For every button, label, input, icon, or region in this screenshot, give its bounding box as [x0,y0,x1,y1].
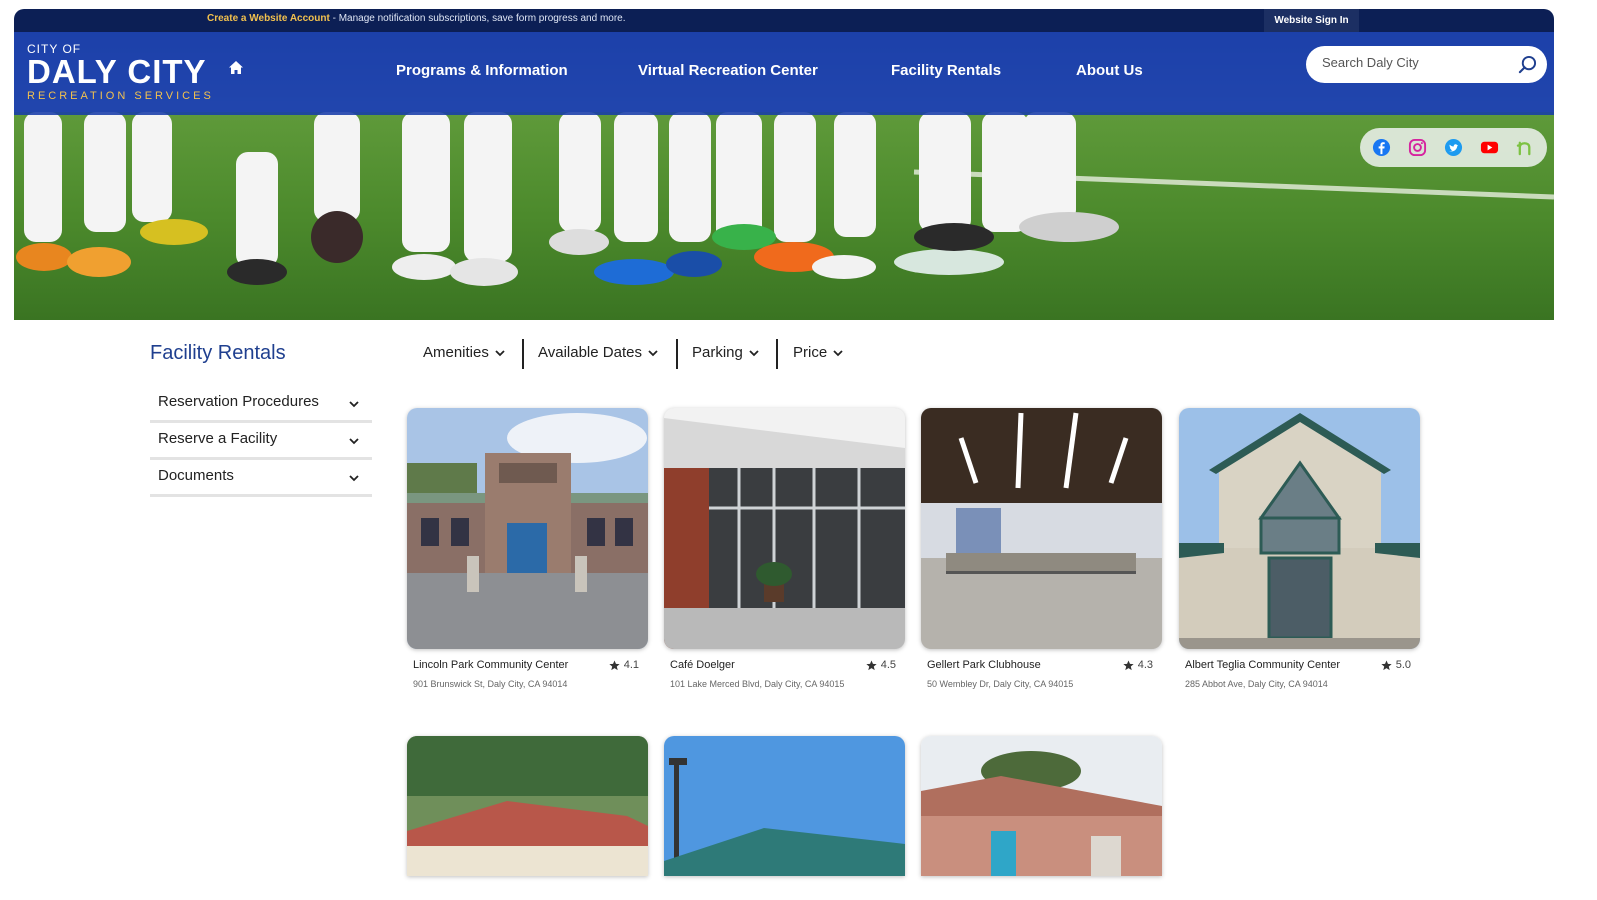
rating-value: 4.3 [1137,659,1153,671]
filter-divider [522,339,524,369]
facility-card[interactable] [664,736,905,876]
facility-photo[interactable] [1179,408,1420,649]
logo-city-name: DALY CITY [27,53,207,90]
sidebar-item-reservation-procedures[interactable]: Reservation Procedures [150,386,372,423]
filter-divider [676,339,678,369]
logo-department: RECREATION SERVICES [27,90,214,102]
star-icon [609,659,620,670]
facility-photo[interactable] [664,408,905,649]
filter-price[interactable]: Price [793,344,844,361]
sidebar-item-label: Documents [158,467,234,484]
facility-card-cafe-doelger[interactable]: Café Doelger 4.5 101 Lake Merced Blvd, D… [664,408,905,689]
facility-name[interactable]: Lincoln Park Community Center [413,659,568,671]
filter-divider [776,339,778,369]
facility-address: 285 Abbot Ave, Daly City, CA 94014 [1185,679,1328,689]
nav-virtual-recreation-center[interactable]: Virtual Recreation Center [638,62,818,79]
facility-address: 901 Brunswick St, Daly City, CA 94014 [413,679,568,689]
star-icon [1123,659,1134,670]
facility-card-gellert-park[interactable]: Gellert Park Clubhouse 4.3 50 Wembley Dr… [921,408,1162,689]
nav-programs-information[interactable]: Programs & Information [396,62,568,79]
chevron-down-icon [495,349,505,356]
sidebar-title: Facility Rentals [150,342,286,364]
filter-label: Amenities [423,344,489,361]
facility-name[interactable]: Gellert Park Clubhouse [927,659,1041,671]
main-navigation: CITY OF DALY CITY RECREATION SERVICES Pr… [14,32,1554,115]
nextdoor-icon[interactable] [1516,138,1535,157]
facility-photo[interactable] [407,736,648,876]
daly-city-logo[interactable]: CITY OF DALY CITY RECREATION SERVICES [27,42,214,102]
filter-label: Price [793,344,828,361]
nav-facility-rentals[interactable]: Facility Rentals [891,62,1001,79]
chevron-down-icon [833,349,843,356]
facility-card-lincoln-park[interactable]: Lincoln Park Community Center 4.1 901 Br… [407,408,648,689]
filter-parking[interactable]: Parking [692,344,760,361]
facility-card-albert-teglia[interactable]: Albert Teglia Community Center 5.0 285 A… [1179,408,1420,689]
sidebar-item-label: Reserve a Facility [158,430,278,447]
twitter-icon[interactable] [1444,138,1463,157]
filter-label: Available Dates [538,344,642,361]
facility-rating: 4.1 [609,659,639,671]
sidebar-item-label: Reservation Procedures [158,393,319,410]
account-banner: Create a Website Account - Manage notifi… [207,13,626,24]
facility-address: 50 Wembley Dr, Daly City, CA 94015 [927,679,1074,689]
chevron-down-icon [349,438,359,445]
facility-photo[interactable] [407,408,648,649]
facility-card[interactable] [921,736,1162,876]
filter-label: Parking [692,344,743,361]
rating-value: 4.5 [880,659,896,671]
website-sign-in-button[interactable]: Website Sign In [1264,9,1359,32]
facility-card[interactable] [407,736,648,876]
facility-address: 101 Lake Merced Blvd, Daly City, CA 9401… [670,679,845,689]
search-box [1306,46,1547,83]
chevron-down-icon [349,475,359,482]
chevron-down-icon [349,401,359,408]
search-input[interactable] [1322,55,1502,70]
instagram-icon[interactable] [1408,138,1427,157]
chevron-down-icon [648,349,658,356]
chevron-down-icon [749,349,759,356]
star-icon [1381,659,1392,670]
facility-rating: 4.3 [1123,659,1153,671]
home-icon[interactable] [228,60,244,76]
sidebar-item-documents[interactable]: Documents [150,460,372,497]
filter-available-dates[interactable]: Available Dates [538,344,659,361]
nav-about-us[interactable]: About Us [1076,62,1143,79]
search-icon[interactable] [1518,55,1537,74]
account-banner-text: - Manage notification subscriptions, sav… [329,13,626,24]
rating-value: 4.1 [623,659,639,671]
facility-rating: 5.0 [1381,659,1411,671]
youtube-icon[interactable] [1480,138,1499,157]
facility-photo[interactable] [921,736,1162,876]
rating-value: 5.0 [1395,659,1411,671]
social-media-links [1360,128,1547,167]
filter-amenities[interactable]: Amenities [423,344,506,361]
facebook-icon[interactable] [1372,138,1391,157]
facility-name[interactable]: Café Doelger [670,659,735,671]
utility-bar: Create a Website Account - Manage notifi… [14,9,1554,32]
sidebar-item-reserve-a-facility[interactable]: Reserve a Facility [150,423,372,460]
browser-page: Create a Website Account - Manage notifi… [14,9,1554,889]
facility-photo[interactable] [921,408,1162,649]
star-icon [866,659,877,670]
facility-name[interactable]: Albert Teglia Community Center [1185,659,1340,671]
facility-rating: 4.5 [866,659,896,671]
facility-photo[interactable] [664,736,905,876]
create-account-link[interactable]: Create a Website Account [207,13,330,24]
